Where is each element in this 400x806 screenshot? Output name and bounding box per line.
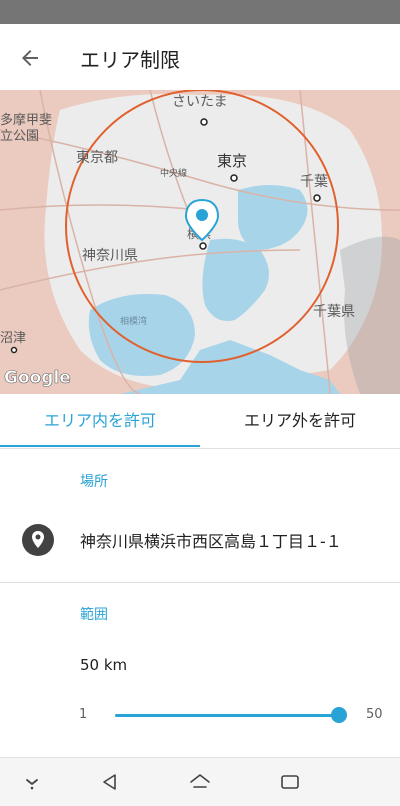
map-label-tokyo: 東京	[217, 152, 247, 170]
map-label-saitama: さいたま	[172, 94, 228, 110]
range-slider-track[interactable]	[115, 714, 339, 717]
map-label-chiba: 千葉	[300, 174, 328, 190]
map-label-tokyo-to: 東京都	[76, 150, 118, 166]
range-min-label: 1	[79, 707, 88, 722]
system-nav-bar	[0, 757, 400, 806]
area-mode-tabs: エリア内を許可 エリア外を許可	[0, 394, 400, 449]
chevron-down-icon[interactable]	[20, 770, 44, 794]
home-icon[interactable]	[188, 770, 212, 794]
location-address[interactable]: 神奈川県横浜市西区高島１丁目１-１	[80, 528, 342, 552]
location-section-label: 場所	[80, 474, 108, 490]
google-logo: Google	[4, 368, 71, 388]
status-bar	[0, 0, 400, 24]
range-slider-thumb[interactable]	[331, 707, 347, 723]
back-triangle-icon[interactable]	[98, 770, 122, 794]
range-max-label: 50	[366, 707, 383, 722]
map-label-chiba-ken: 千葉県	[313, 304, 355, 320]
tab-allow-inside[interactable]: エリア内を許可	[0, 394, 200, 448]
map-label-chuo: 中央線	[160, 167, 187, 179]
arrow-left-icon[interactable]	[18, 46, 42, 70]
app-bar: エリア制限	[0, 24, 400, 90]
recents-icon[interactable]	[278, 770, 302, 794]
map-label-tama: 多摩甲斐	[0, 112, 52, 128]
map-label-kanagawa: 神奈川県	[82, 248, 138, 264]
divider	[0, 582, 400, 583]
map-label-bay: 相模湾	[120, 315, 147, 327]
map-view[interactable]: さいたま 多摩甲斐 立公園 東京都 東京 中央線 千葉 神奈川県 横浜 相模湾 …	[0, 90, 400, 394]
range-section-label: 範囲	[80, 607, 108, 623]
location-pin-icon	[22, 524, 54, 556]
map-label-numazu: 沼津	[0, 331, 26, 346]
range-value: 50 km	[80, 656, 128, 674]
tab-allow-outside[interactable]: エリア外を許可	[200, 394, 400, 448]
tab-indicator	[0, 445, 200, 447]
page-title: エリア制限	[80, 48, 180, 72]
map-label-ritsu: 立公園	[0, 129, 39, 144]
